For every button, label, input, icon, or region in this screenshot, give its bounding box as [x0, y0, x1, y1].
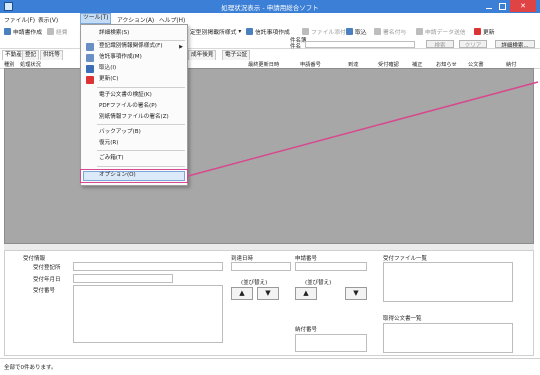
receipt-office-field[interactable] [73, 262, 223, 271]
menuitem-attachment-sign[interactable]: 別紙情報ファイルの署名(Z) [99, 113, 169, 122]
menu-file[interactable]: ファイル(F) [4, 15, 35, 24]
column-header[interactable]: 最終更新日時 [248, 61, 279, 68]
attach-icon [302, 28, 309, 35]
sheet-icon [47, 28, 54, 35]
column-header[interactable]: 納付 [506, 61, 516, 68]
payment-number-label: 納付番号 [295, 327, 318, 333]
receipt-number-field[interactable] [73, 285, 223, 343]
tab-deposit[interactable]: 供託等 [40, 50, 63, 60]
receipt-file-list[interactable] [383, 262, 513, 302]
menuitem-registration-format[interactable]: 登記識別情報関係様式(F) [99, 42, 163, 51]
column-header[interactable]: 申請番号 [300, 61, 321, 68]
file-attach-button[interactable]: ファイル添付 [302, 27, 346, 36]
receipt-date-field[interactable] [73, 274, 173, 283]
public-doc-list-label: 取得公文書一覧 [383, 316, 422, 322]
receipt-date-label: 受付年月日 [33, 277, 61, 283]
apply-number-label: 申請番号 [295, 256, 318, 262]
menu-action[interactable]: アクション(A) [117, 15, 154, 24]
refresh-icon [86, 76, 94, 84]
menu-separator [97, 124, 185, 125]
menu-separator [97, 166, 185, 167]
arrival-sort-down-button[interactable]: ▼ [257, 287, 279, 300]
arrival-time-label: 到達日時 [231, 256, 254, 262]
annotation-highlight-box [80, 169, 188, 183]
menuitem-take-in[interactable]: 取込(I) [99, 64, 116, 73]
receipt-file-list-label: 受付ファイル一覧 [383, 256, 428, 262]
take-in-button[interactable]: 取込 [346, 27, 367, 36]
tab-notary[interactable]: 電子公証 [222, 50, 251, 60]
apply-sort-up-button[interactable]: ▲ [295, 287, 317, 300]
menuitem-trust-create[interactable]: 信託事項作成(M) [99, 53, 142, 62]
document-icon [4, 28, 11, 35]
apply-create-button[interactable]: 申請書作成 [4, 27, 42, 36]
status-text: 全部で0件あります。 [4, 365, 57, 371]
format-button[interactable]: 定型別掲載所様式 ▾ [190, 27, 242, 37]
arrival-sort-up-button[interactable]: ▲ [231, 287, 253, 300]
close-button[interactable]: ✕ [510, 0, 536, 12]
search-button[interactable]: 検索 [426, 40, 454, 49]
signature-icon [374, 28, 381, 35]
expense-button[interactable]: 経費 [47, 27, 68, 36]
import-icon [86, 65, 94, 73]
column-header[interactable]: 処理状況 [20, 61, 41, 68]
clear-button[interactable]: クリア [459, 40, 487, 49]
column-header[interactable]: 公文書 [468, 61, 484, 68]
receipt-office-label: 受付登記所 [33, 265, 61, 271]
payment-number-field[interactable] [295, 334, 367, 352]
menuitem-trash[interactable]: ごみ箱(T) [99, 154, 124, 163]
receipt-info-label: 受付情報 [23, 256, 46, 262]
trust-icon [86, 54, 94, 62]
menu-help[interactable]: ヘルプ(H) [159, 15, 185, 24]
refresh-icon [474, 28, 481, 35]
minimize-button[interactable] [484, 2, 494, 11]
tab-registration[interactable]: 登記 [22, 50, 40, 60]
submenu-arrow-icon: ▶ [179, 44, 183, 50]
sort-label-1: (並び替え) [241, 280, 268, 286]
tools-dropdown-menu: 詳細検索(S) 登記識別情報関係様式(F) ▶ 信託事項作成(M) 取込(I) … [80, 24, 188, 186]
menuitem-verify-doc[interactable]: 電子公文書の検証(K) [99, 91, 152, 100]
column-header[interactable]: 補正 [412, 61, 422, 68]
sort-label-2: (並び替え) [305, 280, 332, 286]
column-header[interactable]: お知らせ [436, 61, 457, 68]
info-icon [246, 28, 253, 35]
status-bar: 全部で0件あります。 [0, 358, 540, 375]
detail-panel: 受付情報 受付登記所 受付年月日 受付番号 到達日時 (並び替え) ▲ ▼ 申請… [4, 250, 534, 356]
menuitem-backup[interactable]: バックアップ(B) [99, 128, 141, 137]
trust-create-button[interactable]: 信託事項作成 [246, 27, 290, 36]
column-header[interactable]: 受付確認 [378, 61, 399, 68]
apply-number-field[interactable] [295, 262, 367, 271]
menuitem-update[interactable]: 更新(C) [99, 75, 118, 84]
menuitem-restore[interactable]: 復元(R) [99, 139, 118, 148]
send-data-button[interactable]: 申請データ送信 [416, 27, 466, 36]
title-bar: 処理状況表示 - 申請用総合ソフト ✕ [0, 0, 540, 13]
update-button[interactable]: 更新 [474, 27, 495, 36]
arrival-time-field[interactable] [231, 262, 291, 271]
case-label: 件名 [290, 44, 302, 50]
maximize-button[interactable] [497, 2, 507, 11]
import-icon [346, 28, 353, 35]
window-title: 処理状況表示 - 申請用総合ソフト [221, 4, 319, 12]
chevron-down-icon: ▾ [238, 28, 242, 35]
column-header[interactable]: 到達 [348, 61, 358, 68]
menu-separator [97, 40, 185, 41]
menuitem-detail-search[interactable]: 詳細検索(S) [99, 29, 129, 38]
tab-guardianship[interactable]: 成年後見 [188, 50, 217, 60]
menu-separator [97, 150, 185, 151]
column-header[interactable]: 種別 [4, 61, 14, 68]
detail-search-button[interactable]: 詳細検索... [495, 40, 535, 49]
menu-tools[interactable]: ツール(T) [80, 13, 112, 24]
receipt-number-label: 受付番号 [33, 288, 56, 294]
registration-icon [86, 43, 94, 51]
menuitem-pdf-sign[interactable]: PDFファイルの署名(P) [99, 102, 157, 111]
public-doc-list[interactable] [383, 323, 513, 353]
case-name-input[interactable] [305, 41, 415, 48]
menu-view[interactable]: 表示(V) [38, 15, 58, 24]
send-icon [416, 28, 423, 35]
sign-button[interactable]: 署名付与 [374, 27, 406, 36]
menu-separator [97, 87, 185, 88]
apply-sort-down-button[interactable]: ▼ [345, 287, 367, 300]
